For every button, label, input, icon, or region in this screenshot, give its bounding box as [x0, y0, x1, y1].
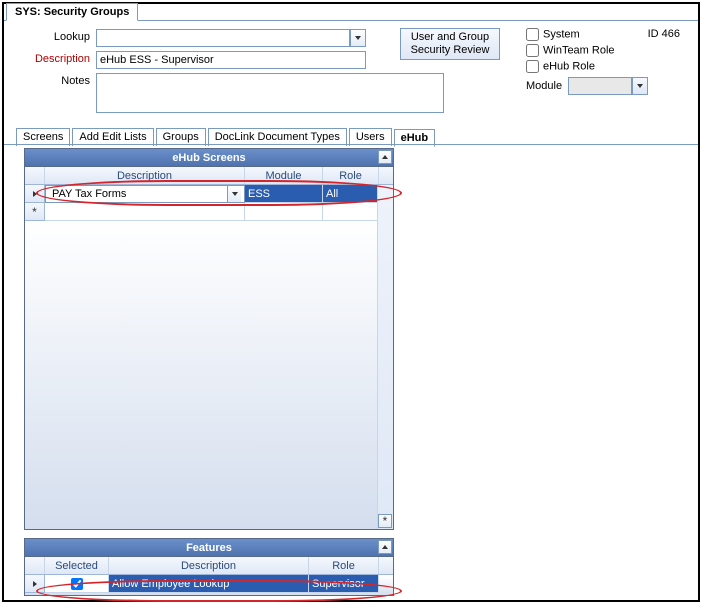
new-row-indicator-icon: * — [25, 203, 45, 221]
module-label: Module — [526, 80, 562, 92]
new-row[interactable]: * — [25, 203, 393, 221]
ehub-screens-scroll-up-button[interactable] — [378, 150, 392, 164]
col-module[interactable]: Module — [245, 167, 323, 184]
module-select-dropdown-button[interactable] — [632, 77, 648, 95]
module-select-value[interactable] — [568, 77, 632, 95]
features-title: Features — [25, 539, 393, 557]
table-row[interactable]: Allow Employee Lookup Supervisor — [25, 575, 393, 593]
row-description-cell[interactable]: PAY Tax Forms — [45, 185, 245, 203]
feature-role-cell[interactable]: Supervisor — [309, 575, 379, 593]
ehub-screens-new-record-button[interactable]: * — [378, 514, 392, 528]
feature-selected-checkbox[interactable] — [71, 578, 83, 590]
options-panel: System WinTeam Role eHub Role Module — [526, 28, 648, 95]
description-input[interactable] — [96, 51, 366, 69]
col-feature-description[interactable]: Description — [109, 557, 309, 574]
tab-underline — [4, 144, 698, 145]
features-grid: Features Selected Description Role Allow… — [24, 538, 394, 596]
row-indicator-icon — [25, 575, 45, 593]
col-selected[interactable]: Selected — [45, 557, 109, 574]
ehub-panel: eHub Screens Description Module Role PAY… — [24, 148, 394, 596]
feature-selected-cell[interactable] — [45, 575, 109, 593]
row-description-value: PAY Tax Forms — [49, 188, 227, 200]
ehub-screens-scrollbar[interactable] — [377, 185, 393, 529]
col-description[interactable]: Description — [45, 167, 245, 184]
row-role-cell[interactable]: All — [323, 185, 379, 203]
feature-description-cell[interactable]: Allow Employee Lookup — [109, 575, 309, 593]
description-label: Description — [16, 51, 96, 65]
id-display: ID 466 — [648, 28, 680, 40]
row-indicator-icon — [25, 185, 45, 203]
lookup-label: Lookup — [16, 29, 96, 43]
col-role[interactable]: Role — [323, 167, 379, 184]
winteam-role-checkbox-label[interactable]: WinTeam Role — [526, 44, 648, 57]
notes-input[interactable] — [96, 73, 444, 113]
winteam-role-checkbox[interactable] — [526, 44, 539, 57]
col-feature-role[interactable]: Role — [309, 557, 379, 574]
lookup-dropdown-button[interactable] — [350, 29, 366, 47]
review-button-line2: Security Review — [411, 44, 490, 56]
table-row[interactable]: PAY Tax Forms ESS All — [25, 185, 393, 203]
features-body: Allow Employee Lookup Supervisor — [25, 575, 393, 595]
ehub-screens-grid: eHub Screens Description Module Role PAY… — [24, 148, 394, 530]
ehub-role-checkbox-label[interactable]: eHub Role — [526, 60, 648, 73]
window-title-tab: SYS: Security Groups — [6, 3, 138, 21]
ehub-role-checkbox[interactable] — [526, 60, 539, 73]
row-description-dropdown-button[interactable] — [227, 186, 241, 202]
lookup-input[interactable] — [96, 29, 350, 47]
row-module-cell[interactable]: ESS — [245, 185, 323, 203]
user-group-security-review-button[interactable]: User and Group Security Review — [400, 28, 500, 60]
features-scroll-up-button[interactable] — [378, 540, 392, 554]
ehub-screens-columns: Description Module Role — [25, 167, 393, 185]
ehub-screens-title: eHub Screens — [25, 149, 393, 167]
review-button-line1: User and Group — [411, 31, 489, 43]
system-checkbox-label[interactable]: System — [526, 28, 648, 41]
system-checkbox[interactable] — [526, 28, 539, 41]
ehub-screens-body: PAY Tax Forms ESS All * * — [25, 185, 393, 529]
features-columns: Selected Description Role — [25, 557, 393, 575]
notes-label: Notes — [16, 73, 96, 87]
